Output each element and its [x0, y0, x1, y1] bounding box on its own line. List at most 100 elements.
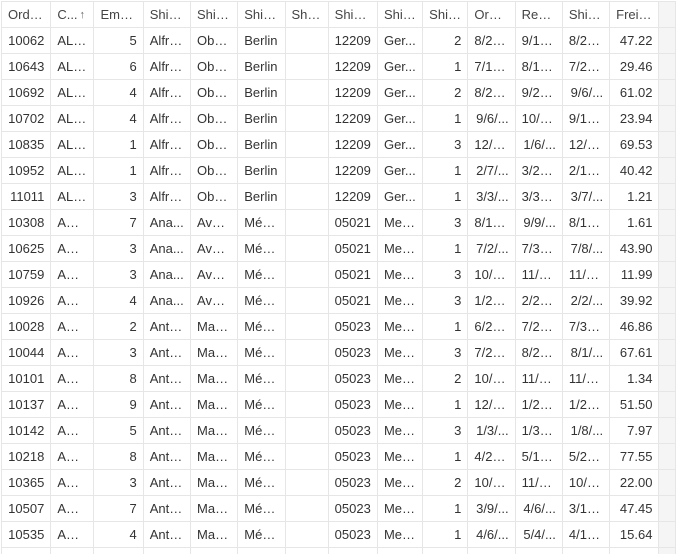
scrollbar-track[interactable] — [659, 288, 676, 314]
cell-ship_name: Anto... — [143, 522, 190, 548]
cell-emp: 1 — [94, 158, 143, 184]
scrollbar-track[interactable] — [659, 444, 676, 470]
scrollbar-track[interactable] — [659, 522, 676, 548]
scrollbar-track[interactable] — [659, 470, 676, 496]
cell-req_date: 11/1... — [515, 262, 562, 288]
table-row[interactable]: 10573ANT...7Anto...Mata...Méxi...05023Me… — [2, 548, 676, 555]
column-header-ship_name[interactable]: Ship... — [143, 2, 190, 28]
cell-ship_country: Mexi... — [377, 236, 422, 262]
column-header-order_date[interactable]: Orde... — [468, 2, 515, 28]
column-header-label: Ship... — [150, 7, 184, 22]
cell-ship_name: Anto... — [143, 418, 190, 444]
table-row[interactable]: 10535ANT...4Anto...Mata...Méxi...05023Me… — [2, 522, 676, 548]
scrollbar-track[interactable] — [659, 262, 676, 288]
scrollbar-track[interactable] — [659, 80, 676, 106]
scrollbar-track[interactable] — [659, 132, 676, 158]
table-row[interactable]: 10625ANA...3Ana...Avda...Méxi...05021Mex… — [2, 236, 676, 262]
column-header-label: Freig... — [616, 7, 652, 22]
cell-ship_region — [285, 366, 328, 392]
table-row[interactable]: 10702ALFKI4Alfre...Ober...Berlin12209Ger… — [2, 106, 676, 132]
scrollbar-track[interactable] — [659, 548, 676, 555]
cell-ship_addr: Mata... — [191, 470, 238, 496]
scrollbar-track[interactable] — [659, 158, 676, 184]
column-header-ship_region[interactable]: Ship... — [285, 2, 328, 28]
scrollbar-track[interactable] — [659, 210, 676, 236]
cell-cust: ANT... — [51, 548, 94, 555]
column-header-ship_via[interactable]: Ship... — [423, 2, 468, 28]
cell-cust: ANA... — [51, 288, 94, 314]
scrollbar-track[interactable] — [659, 184, 676, 210]
cell-ship_via: 3 — [423, 132, 468, 158]
scrollbar-track[interactable] — [659, 366, 676, 392]
column-header-label: Orde... — [474, 7, 508, 22]
cell-ship_via: 2 — [423, 366, 468, 392]
column-header-order_id[interactable]: Orde... — [2, 2, 51, 28]
cell-freight: 1.21 — [610, 184, 659, 210]
table-row[interactable]: 11011ALFKI3Alfre...Ober...Berlin12209Ger… — [2, 184, 676, 210]
table-row[interactable]: 10101ANT...8Anto...Mata...Méxi...05023Me… — [2, 366, 676, 392]
cell-order_id: 10643 — [2, 54, 51, 80]
table-row[interactable]: 10507ANT...7Anto...Mata...Méxi...05023Me… — [2, 496, 676, 522]
cell-req_date: 1/6/... — [515, 132, 562, 158]
table-row[interactable]: 10835ALFKI1Alfre...Ober...Berlin12209Ger… — [2, 132, 676, 158]
cell-freight: 47.45 — [610, 496, 659, 522]
column-header-req_date[interactable]: Requ... — [515, 2, 562, 28]
table-row[interactable]: 10308ANA...7Ana...Avda...Méxi...05021Mex… — [2, 210, 676, 236]
cell-order_date: 3/9/... — [468, 496, 515, 522]
cell-ship_city: Méxi... — [238, 366, 285, 392]
cell-ship_date: 11/1... — [562, 366, 609, 392]
table-row[interactable]: 10218ANT...8Anto...Mata...Méxi...05023Me… — [2, 444, 676, 470]
column-header-ship_postal[interactable]: Ship... — [328, 2, 377, 28]
column-header-freight[interactable]: Freig... — [610, 2, 659, 28]
cell-emp: 8 — [94, 444, 143, 470]
cell-req_date: 1/31... — [515, 418, 562, 444]
column-header-cust[interactable]: C...↑ — [51, 2, 94, 28]
table-row[interactable]: 10044ANT...3Anto...Mata...Méxi...05023Me… — [2, 340, 676, 366]
table-row[interactable]: 10062ALFKI5Alfre...Ober...Berlin12209Ger… — [2, 28, 676, 54]
cell-ship_city: Méxi... — [238, 288, 285, 314]
table-row[interactable]: 10643ALFKI6Alfre...Ober...Berlin12209Ger… — [2, 54, 676, 80]
column-header-label: Ship... — [569, 7, 603, 22]
scrollbar-track[interactable] — [659, 28, 676, 54]
column-header-ship_addr[interactable]: Ship... — [191, 2, 238, 28]
cell-ship_country: Mexi... — [377, 496, 422, 522]
scrollbar-track[interactable] — [659, 392, 676, 418]
table-row[interactable]: 10759ANA...3Ana...Avda...Méxi...05021Mex… — [2, 262, 676, 288]
cell-ship_date: 2/2/... — [562, 288, 609, 314]
cell-ship_name: Alfre... — [143, 132, 190, 158]
scrollbar-track[interactable] — [659, 106, 676, 132]
cell-ship_country: Ger... — [377, 132, 422, 158]
table-row[interactable]: 10692ALFKI4Alfre...Ober...Berlin12209Ger… — [2, 80, 676, 106]
cell-order_date: 12/2... — [468, 392, 515, 418]
cell-order_date: 10/2... — [468, 470, 515, 496]
table-row[interactable]: 10365ANT...3Anto...Mata...Méxi...05023Me… — [2, 470, 676, 496]
scrollbar-track[interactable] — [659, 496, 676, 522]
cell-emp: 4 — [94, 288, 143, 314]
table-row[interactable]: 10142ANT...5Anto...Mata...Méxi...05023Me… — [2, 418, 676, 444]
scrollbar-track[interactable] — [659, 2, 676, 28]
cell-freight: 51.50 — [610, 392, 659, 418]
column-header-ship_city[interactable]: Ship... — [238, 2, 285, 28]
cell-ship_region — [285, 106, 328, 132]
cell-ship_postal: 12209 — [328, 54, 377, 80]
scrollbar-track[interactable] — [659, 340, 676, 366]
scrollbar-track[interactable] — [659, 236, 676, 262]
cell-ship_region — [285, 158, 328, 184]
column-header-emp[interactable]: Empl... — [94, 2, 143, 28]
column-header-ship_date[interactable]: Ship... — [562, 2, 609, 28]
table-row[interactable]: 10952ALFKI1Alfre...Ober...Berlin12209Ger… — [2, 158, 676, 184]
scrollbar-track[interactable] — [659, 314, 676, 340]
scrollbar-track[interactable] — [659, 54, 676, 80]
cell-ship_addr: Ober... — [191, 158, 238, 184]
table-row[interactable]: 10137ANT...9Anto...Mata...Méxi...05023Me… — [2, 392, 676, 418]
table-row[interactable]: 10926ANA...4Ana...Avda...Méxi...05021Mex… — [2, 288, 676, 314]
cell-ship_country: Ger... — [377, 54, 422, 80]
table-row[interactable]: 10028ANT...2Anto...Mata...Méxi...05023Me… — [2, 314, 676, 340]
cell-cust: ANT... — [51, 522, 94, 548]
cell-ship_postal: 05023 — [328, 548, 377, 555]
cell-ship_addr: Mata... — [191, 548, 238, 555]
cell-freight: 67.61 — [610, 340, 659, 366]
scrollbar-track[interactable] — [659, 418, 676, 444]
column-header-ship_country[interactable]: Ship... — [377, 2, 422, 28]
cell-order_date: 7/23... — [468, 340, 515, 366]
